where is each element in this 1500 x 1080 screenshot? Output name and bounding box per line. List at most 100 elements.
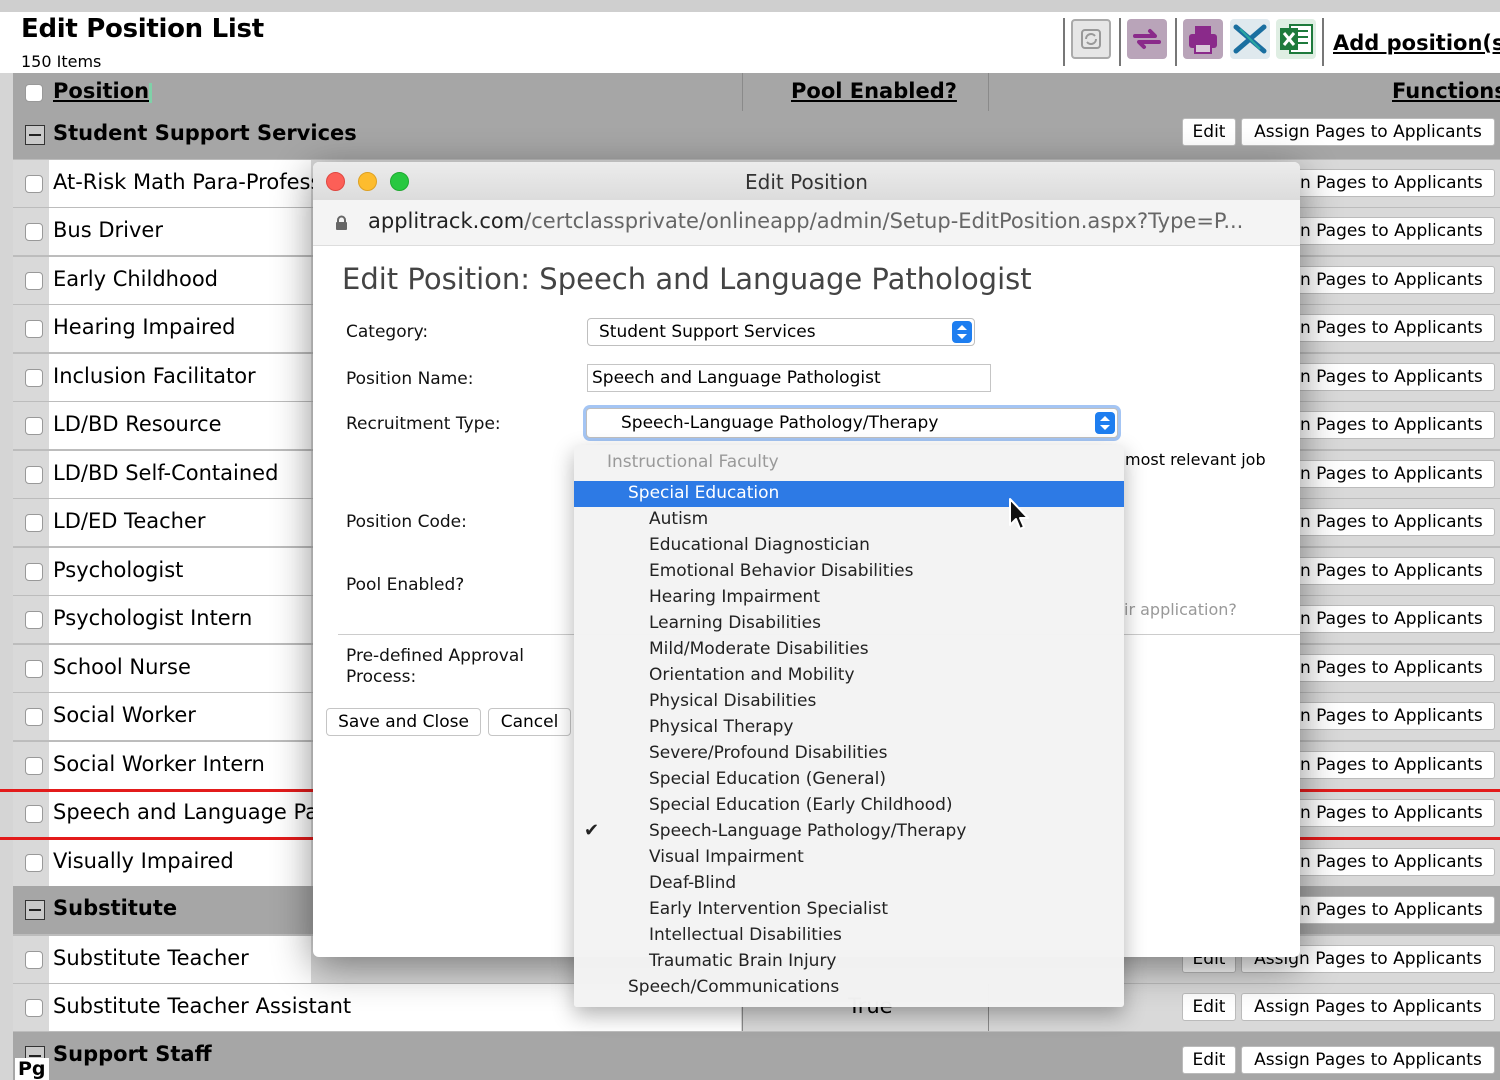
- group-row-support-staff: Support Staff Edit Assign Pages to Appli…: [13, 1032, 1500, 1080]
- dropdown-option[interactable]: Special Education (Early Childhood): [574, 793, 1124, 819]
- dropdown-option-label: Mild/Moderate Disabilities: [649, 639, 869, 659]
- collapse-icon[interactable]: [25, 125, 45, 145]
- group-name: Substitute: [53, 896, 178, 920]
- dropdown-option-group[interactable]: Speech/Communications: [574, 975, 1124, 1001]
- browser-top-strip: [0, 0, 1500, 12]
- position-name: LD/ED Teacher: [53, 509, 206, 533]
- item-count: 150 Items: [21, 52, 102, 71]
- dropdown-option-label: Special Education (General): [649, 769, 886, 789]
- row-checkbox[interactable]: [25, 611, 43, 629]
- row-checkbox[interactable]: [25, 223, 43, 241]
- refresh-icon[interactable]: [1127, 19, 1167, 59]
- dropdown-option[interactable]: Mild/Moderate Disabilities: [574, 637, 1124, 663]
- row-checkbox[interactable]: [25, 320, 43, 338]
- dropdown-option[interactable]: Early Intervention Specialist: [574, 897, 1124, 923]
- row-checkbox[interactable]: [25, 466, 43, 484]
- group-name: Support Staff: [53, 1042, 212, 1066]
- export-x-icon[interactable]: [1230, 19, 1270, 59]
- pool-hint-text: ir application?: [1124, 600, 1237, 619]
- dropdown-option[interactable]: Educational Diagnostician: [574, 533, 1124, 559]
- collapse-icon[interactable]: [25, 900, 45, 920]
- position-name: LD/BD Self-Contained: [53, 461, 279, 485]
- row-checkbox[interactable]: [25, 708, 43, 726]
- dropdown-option[interactable]: Orientation and Mobility: [574, 663, 1124, 689]
- functions-column-header: Functions: [1392, 79, 1500, 103]
- dropdown-option[interactable]: Intellectual Disabilities: [574, 923, 1124, 949]
- dropdown-option[interactable]: Traumatic Brain Injury: [574, 949, 1124, 975]
- dropdown-option-selected[interactable]: ✔ Speech-Language Pathology/Therapy: [574, 819, 1124, 845]
- lock-icon: [335, 215, 348, 235]
- position-name: School Nurse: [53, 655, 191, 679]
- print-icon[interactable]: [1183, 19, 1223, 59]
- group-row-student-support: Student Support Services Edit Assign Pag…: [13, 111, 1500, 159]
- row-checkbox[interactable]: [25, 514, 43, 532]
- dropdown-option-special-education[interactable]: Special Education: [574, 481, 1124, 507]
- position-name: LD/BD Resource: [53, 412, 222, 436]
- dropdown-option-label: Early Intervention Specialist: [649, 899, 888, 919]
- row-checkbox[interactable]: [25, 805, 43, 823]
- position-name: Speech and Language Patho: [53, 800, 353, 824]
- row-checkbox[interactable]: [25, 951, 43, 969]
- pool-enabled-label: Pool Enabled?: [346, 575, 465, 595]
- dropdown-option[interactable]: Special Education (General): [574, 767, 1124, 793]
- position-name: Hearing Impaired: [53, 315, 236, 339]
- row-checkbox[interactable]: [25, 369, 43, 387]
- dropdown-option[interactable]: Visual Impairment: [574, 845, 1124, 871]
- dropdown-option[interactable]: Deaf-Blind: [574, 871, 1124, 897]
- toolbar-divider: [1322, 18, 1324, 66]
- position-name: Psychologist: [53, 558, 184, 582]
- window-titlebar[interactable]: Edit Position: [313, 162, 1300, 201]
- dropdown-group-header-label: Instructional Faculty: [607, 452, 779, 472]
- column-divider: [742, 73, 743, 111]
- pager-label[interactable]: Pg: [15, 1058, 49, 1080]
- toolbar-divider: [1175, 18, 1177, 66]
- recruitment-type-label: Recruitment Type:: [346, 414, 501, 434]
- dropdown-option[interactable]: Physical Therapy: [574, 715, 1124, 741]
- row-checkbox[interactable]: [25, 757, 43, 775]
- position-name: Visually Impaired: [53, 849, 234, 873]
- pool-column-header[interactable]: Pool Enabled?: [791, 79, 957, 103]
- row-checkbox[interactable]: [25, 660, 43, 678]
- row-checkbox[interactable]: [25, 854, 43, 872]
- row-checkbox[interactable]: [25, 563, 43, 581]
- edit-button[interactable]: Edit: [1182, 118, 1236, 146]
- assign-pages-button[interactable]: Assign Pages to Applicants: [1241, 118, 1495, 146]
- position-column-header[interactable]: Position: [53, 79, 149, 103]
- dropdown-option[interactable]: Autism: [574, 507, 1124, 533]
- row-checkbox[interactable]: [25, 175, 43, 193]
- excel-icon[interactable]: [1276, 19, 1316, 59]
- category-select[interactable]: Student Support Services: [587, 318, 975, 346]
- select-all-checkbox[interactable]: [25, 84, 43, 102]
- dropdown-option[interactable]: Hearing Impairment: [574, 585, 1124, 611]
- edit-button[interactable]: Edit: [1182, 993, 1236, 1021]
- dropdown-option-label: Severe/Profound Disabilities: [649, 743, 888, 763]
- dropdown-option[interactable]: Learning Disabilities: [574, 611, 1124, 637]
- position-name: Early Childhood: [53, 267, 219, 291]
- dropdown-option[interactable]: Severe/Profound Disabilities: [574, 741, 1124, 767]
- approval-label-line1: Pre-defined Approval: [346, 646, 524, 666]
- recycle-icon[interactable]: [1071, 19, 1111, 59]
- dropdown-option-label: Orientation and Mobility: [649, 665, 855, 685]
- add-positions-link[interactable]: Add position(s): [1333, 31, 1500, 55]
- row-checkbox[interactable]: [25, 272, 43, 290]
- url-host: applitrack.com: [368, 209, 525, 233]
- position-name: Social Worker Intern: [53, 752, 265, 776]
- select-stepper-icon: [1095, 412, 1115, 434]
- assign-pages-button[interactable]: Assign Pages to Applicants: [1241, 993, 1495, 1021]
- dropdown-option-label: Educational Diagnostician: [649, 535, 870, 555]
- row-checkbox[interactable]: [25, 999, 43, 1017]
- address-bar[interactable]: applitrack.com/certclassprivate/onlineap…: [313, 200, 1300, 246]
- position-name-input[interactable]: Speech and Language Pathologist: [587, 364, 991, 392]
- save-and-close-button[interactable]: Save and Close: [326, 708, 481, 736]
- assign-pages-button[interactable]: Assign Pages to Applicants: [1241, 1046, 1495, 1074]
- position-name: Social Worker: [53, 703, 196, 727]
- dropdown-option[interactable]: Emotional Behavior Disabilities: [574, 559, 1124, 585]
- recruitment-type-select[interactable]: Speech-Language Pathology/Therapy: [586, 408, 1118, 438]
- sort-indicator-icon: [149, 83, 152, 103]
- edit-button[interactable]: Edit: [1182, 1046, 1236, 1074]
- cancel-button[interactable]: Cancel: [488, 708, 571, 736]
- position-name-label: Position Name:: [346, 369, 474, 389]
- row-checkbox[interactable]: [25, 417, 43, 435]
- group-name: Student Support Services: [53, 121, 357, 145]
- dropdown-option[interactable]: Physical Disabilities: [574, 689, 1124, 715]
